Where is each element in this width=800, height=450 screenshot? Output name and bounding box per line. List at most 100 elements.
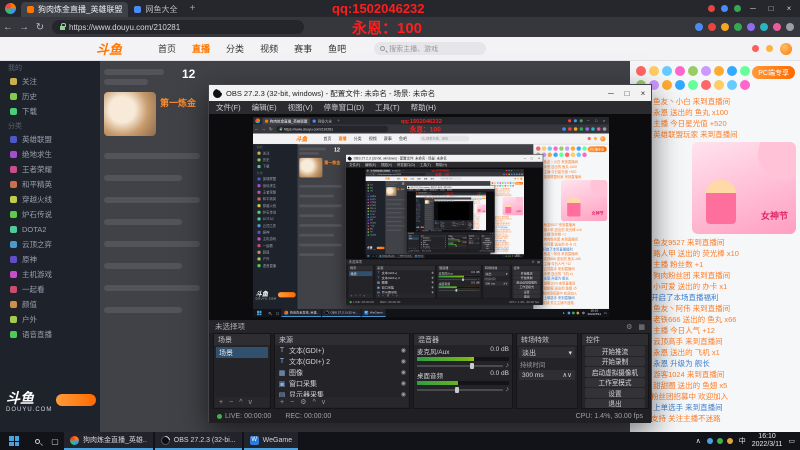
dock-tool-icon[interactable]: ⚙ [387,294,390,297]
dock-tool-icon[interactable]: ^ [392,294,393,297]
nav-item[interactable]: 鱼吧 [445,196,447,197]
obs-titlebar[interactable]: OBS 27.2.3 (32-bit, windows) - 配置文件: 未命名… [346,154,543,162]
grid-icon[interactable]: ▦ [638,323,645,331]
nav-item[interactable]: 鱼吧 [328,42,346,55]
obs-menu-item[interactable]: 文件(F) [216,102,241,113]
dock-tool-icon[interactable]: + [421,248,422,249]
pc-exclusive-button[interactable]: PC端专享 [587,146,607,153]
scene-item[interactable]: 场景 [434,222,440,224]
search-input[interactable]: 搜索主播、游戏 [448,195,459,197]
tabstrip-tool-icon[interactable] [505,169,508,172]
emote-icon[interactable] [576,146,581,151]
transition-select[interactable]: 淡出 ▾ [483,271,509,277]
stream-thumbnail[interactable] [104,92,156,136]
forward-button[interactable]: → [260,127,267,132]
close-button[interactable]: × [521,170,523,172]
nav-item[interactable]: 分类 [436,196,438,197]
minimize-button[interactable]: ─ [585,119,590,123]
promo-banner[interactable]: 女神节 [692,142,796,234]
extension-icon[interactable] [505,173,508,176]
tabstrip-tool-icon[interactable] [579,119,583,123]
emote-icon[interactable] [570,146,576,151]
extension-icon[interactable] [786,23,794,31]
sidebar-item[interactable]: 语音直播 [253,262,298,269]
visibility-eye-icon[interactable]: ◉ [445,240,446,241]
obs-maximize-button[interactable]: □ [619,89,635,98]
taskbar-app-sogou[interactable]: 狗肉炼金直播_英雄.. [281,308,321,317]
stream-title[interactable]: 第一炼金 [160,96,196,109]
tray-app-icon[interactable] [567,311,571,315]
sidebar-item[interactable]: 颜值 [253,249,298,256]
address-bar[interactable]: https://www.douyu.com/210281 [375,172,426,176]
slider-knob[interactable] [455,386,460,393]
taskbar-search-icon[interactable] [265,311,273,315]
douyu-logo[interactable]: 斗鱼 [96,39,122,58]
douyu-logo[interactable]: 斗鱼 [385,177,390,181]
sidebar-item[interactable]: 原神 [0,252,100,267]
emote-icon[interactable] [701,80,711,90]
promo-banner[interactable]: 女神节 [476,204,486,213]
search-input[interactable]: 搜索主播、游戏 [374,42,487,55]
emote-icon[interactable] [512,184,515,187]
emote-icon[interactable] [740,66,750,76]
tray-expand-icon[interactable]: ∧ [563,311,565,315]
emote-icon[interactable] [536,146,541,151]
address-bar[interactable]: https://www.douyu.com/210281 [276,125,389,133]
nav-item[interactable]: 赛事 [442,196,444,197]
extension-icon[interactable] [484,194,486,195]
browser-tab[interactable]: 狗肉炼金直播_英雄联盟 [262,117,311,125]
sidebar-item[interactable]: 颜值 [0,297,100,312]
obs-menu-item[interactable]: 帮助(H) [411,102,436,113]
sidebar-item[interactable]: 和平精英 [0,177,100,192]
sidebar-item[interactable]: DOTA2 [253,216,298,223]
slider-knob[interactable] [455,245,457,247]
address-bar[interactable]: https://www.douyu.com/210281 [52,20,304,34]
dock-tool-icon[interactable]: ^ [239,399,242,406]
nav-item[interactable]: 赛事 [294,42,312,55]
duration-spinner[interactable]: 300 ms ∧∨ [461,224,467,226]
sidebar-item[interactable]: 和平精英 [253,196,298,203]
emote-icon[interactable] [675,66,685,76]
promo-banner[interactable]: 女神节 [560,180,608,221]
new-tab-button[interactable]: + [189,3,195,14]
obs-menu-item[interactable]: 视图(V) [381,162,392,167]
maximize-button[interactable]: □ [765,4,777,13]
emote-icon[interactable] [559,146,564,151]
nav-item[interactable]: 视频 [260,42,278,55]
gear-icon[interactable]: ⚙ [626,323,632,331]
emote-icon[interactable] [636,66,646,76]
dock-tool-icon[interactable]: − [382,294,384,297]
emote-icon[interactable] [714,80,724,90]
spinner-arrows-icon[interactable]: ∧∨ [503,282,507,285]
tabstrip-tool-icon[interactable] [708,5,715,12]
search-input[interactable]: 搜索主播、游戏 [419,135,470,142]
go-live-button[interactable] [420,226,425,228]
extension-icon[interactable] [568,127,572,131]
emote-icon[interactable] [662,80,672,90]
dock-tool-icon[interactable]: ⚙ [425,248,426,249]
source-item[interactable]: T 文本(GDI+) ◉ [275,345,409,356]
emote-icon[interactable] [559,152,564,157]
obs-close-button[interactable]: × [635,89,651,98]
sidebar-item[interactable]: 户外 [0,312,100,327]
emote-icon[interactable] [675,80,685,90]
dock-tool-icon[interactable]: v [396,294,398,297]
obs-preview-area[interactable]: 狗肉炼金直播_英雄联盟网鱼大全 + ─□× ← → ↻ https://www.… [406,191,495,233]
gift-icon[interactable] [593,136,597,141]
back-button[interactable]: ← [0,22,16,33]
sidebar-item[interactable]: 历史 [253,157,298,164]
nav-item[interactable]: 视频 [417,177,421,180]
dock-tool-icon[interactable]: v [248,399,252,406]
start-button[interactable] [257,310,262,316]
taskbar-app-sogou[interactable]: 狗肉炼金直播_英雄.. [421,230,430,232]
slider-knob[interactable] [462,278,464,281]
sidebar-item[interactable]: 穿越火线 [253,202,298,209]
task-view-icon[interactable]: ▢ [46,437,64,446]
nav-item[interactable]: 首页 [430,196,432,197]
obs-menu-item[interactable]: 停靠窗口(D) [397,162,415,167]
exit-button[interactable]: 退出 [467,227,473,228]
extension-icon[interactable] [579,127,584,131]
obs-menu-item[interactable]: 工具(T) [375,102,400,113]
extension-icon[interactable] [773,23,781,31]
dock-tool-icon[interactable]: v [322,399,326,406]
